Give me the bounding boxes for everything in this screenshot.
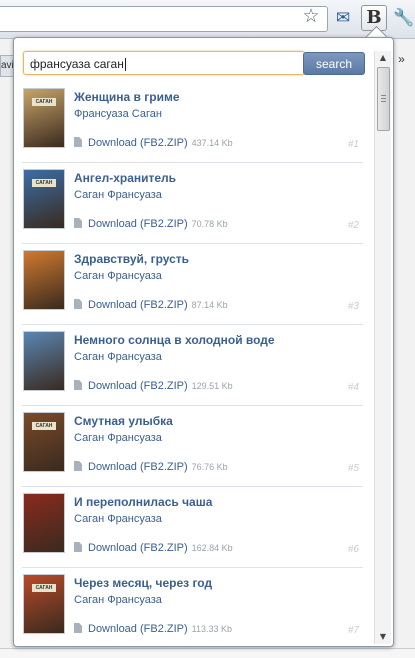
download-link[interactable]: Download (FB2.ZIP) 129.51 Kb [74, 380, 233, 392]
download-label: Download (FB2.ZIP) [88, 218, 188, 230]
file-icon [74, 542, 82, 552]
file-icon [74, 299, 82, 309]
file-size: 76.76 Kb [191, 462, 228, 472]
download-label: Download (FB2.ZIP) [88, 542, 188, 554]
author-link[interactable]: Саган Франсуаза [74, 594, 162, 606]
book-title-link[interactable]: Здравствуй, грусть [74, 252, 189, 266]
cover-label: САГАН [32, 98, 56, 106]
file-icon [74, 218, 82, 228]
list-item: САГАН Ангел-хранитель Саган Франсуаза Downl… [22, 163, 363, 244]
result-index: #3 [347, 301, 359, 312]
result-index: #7 [347, 625, 359, 636]
text-caret [124, 58, 126, 72]
file-icon [74, 380, 82, 390]
list-item: Немного солнца в холодной воде Саган Фран… [22, 325, 363, 406]
file-icon [74, 461, 82, 471]
download-link[interactable]: Download (FB2.ZIP) 76.76 Kb [74, 461, 228, 473]
book-title-link[interactable]: Ангел-хранитель [74, 171, 176, 185]
author-link[interactable]: Саган Франсуаза [74, 513, 162, 525]
file-icon [74, 137, 82, 147]
download-label: Download (FB2.ZIP) [88, 461, 188, 473]
file-size: 437.14 Kb [191, 138, 233, 148]
list-item: САГАН Смутная улыбка Саган Франсуаза Downlo… [22, 406, 363, 487]
author-link[interactable]: Саган Франсуаза [74, 351, 162, 363]
scrollbar[interactable]: ▲ ▼ [374, 51, 391, 644]
file-size: 162.84 Kb [191, 543, 233, 553]
book-cover[interactable]: САГАН [23, 169, 65, 229]
book-title-link[interactable]: Смутная улыбка [74, 414, 173, 428]
download-label: Download (FB2.ZIP) [88, 380, 188, 392]
address-bar[interactable] [0, 6, 328, 32]
download-label: Download (FB2.ZIP) [88, 299, 188, 311]
search-input[interactable]: франсуаза саган [23, 51, 305, 75]
file-size: 129.51 Kb [191, 381, 233, 391]
book-cover[interactable]: САГАН [23, 88, 65, 148]
book-title-link[interactable]: Через месяц, через год [74, 576, 212, 590]
book-title-link[interactable]: Женщина в гриме [74, 90, 180, 104]
cover-label: САГАН [32, 179, 56, 187]
download-link[interactable]: Download (FB2.ZIP) 70.78 Kb [74, 218, 228, 230]
file-size: 87.14 Kb [191, 300, 228, 310]
download-link[interactable]: Download (FB2.ZIP) 437.14 Kb [74, 137, 233, 149]
list-item: САГАН Через месяц, через год Саган Франсуа… [22, 568, 363, 646]
cover-label: САГАН [32, 584, 56, 592]
scroll-up-arrow-icon[interactable]: ▲ [375, 51, 391, 65]
results-list: САГАН Женщина в гриме Франсуаза Саган Downl… [14, 82, 371, 646]
scrollbar-thumb[interactable] [377, 67, 390, 131]
wrench-icon[interactable]: 🔧 [391, 5, 415, 31]
file-size: 113.33 Kb [191, 624, 233, 634]
browser-toolbar: ☆ ✉ B 🔧 [0, 0, 415, 39]
book-cover[interactable]: САГАН [23, 412, 65, 472]
mail-icon[interactable]: ✉ [330, 5, 356, 31]
search-query-text: франсуаза саган [30, 57, 124, 71]
search-button[interactable]: search [303, 52, 365, 75]
author-link[interactable]: Франсуаза Саган [74, 108, 162, 120]
author-link[interactable]: Саган Франсуаза [74, 432, 162, 444]
star-icon[interactable]: ☆ [300, 5, 322, 27]
book-cover[interactable] [23, 493, 65, 553]
download-link[interactable]: Download (FB2.ZIP) 87.14 Kb [74, 299, 228, 311]
author-link[interactable]: Саган Франсуаза [74, 189, 162, 201]
cover-label: САГАН [32, 422, 56, 430]
author-link[interactable]: Саган Франсуаза [74, 270, 162, 282]
download-label: Download (FB2.ZIP) [88, 623, 188, 635]
list-item: И переполнилась чаша Саган Франсуаза Downl… [22, 487, 363, 568]
book-title-link[interactable]: И переполнилась чаша [74, 495, 212, 509]
book-cover[interactable] [23, 250, 65, 310]
book-cover[interactable]: САГАН [23, 574, 65, 634]
book-cover[interactable] [23, 331, 65, 391]
list-item: САГАН Женщина в гриме Франсуаза Саган Downl… [22, 82, 363, 163]
result-index: #2 [347, 220, 359, 231]
result-index: #1 [347, 139, 359, 150]
list-item: Здравствуй, грусть Саган Франсуаза Downloa… [22, 244, 363, 325]
result-index: #5 [347, 463, 359, 474]
download-link[interactable]: Download (FB2.ZIP) 162.84 Kb [74, 542, 233, 554]
book-title-link[interactable]: Немного солнца в холодной воде [74, 333, 275, 347]
download-link[interactable]: Download (FB2.ZIP) 113.33 Kb [74, 623, 232, 635]
extension-popup: франсуаза саган search САГАН Женщина в гр… [13, 37, 394, 647]
download-label: Download (FB2.ZIP) [88, 137, 188, 149]
file-icon [74, 623, 82, 633]
result-index: #4 [347, 382, 359, 393]
scroll-down-arrow-icon[interactable]: ▼ [375, 630, 391, 644]
file-size: 70.78 Kb [191, 219, 228, 229]
result-index: #6 [347, 544, 359, 555]
